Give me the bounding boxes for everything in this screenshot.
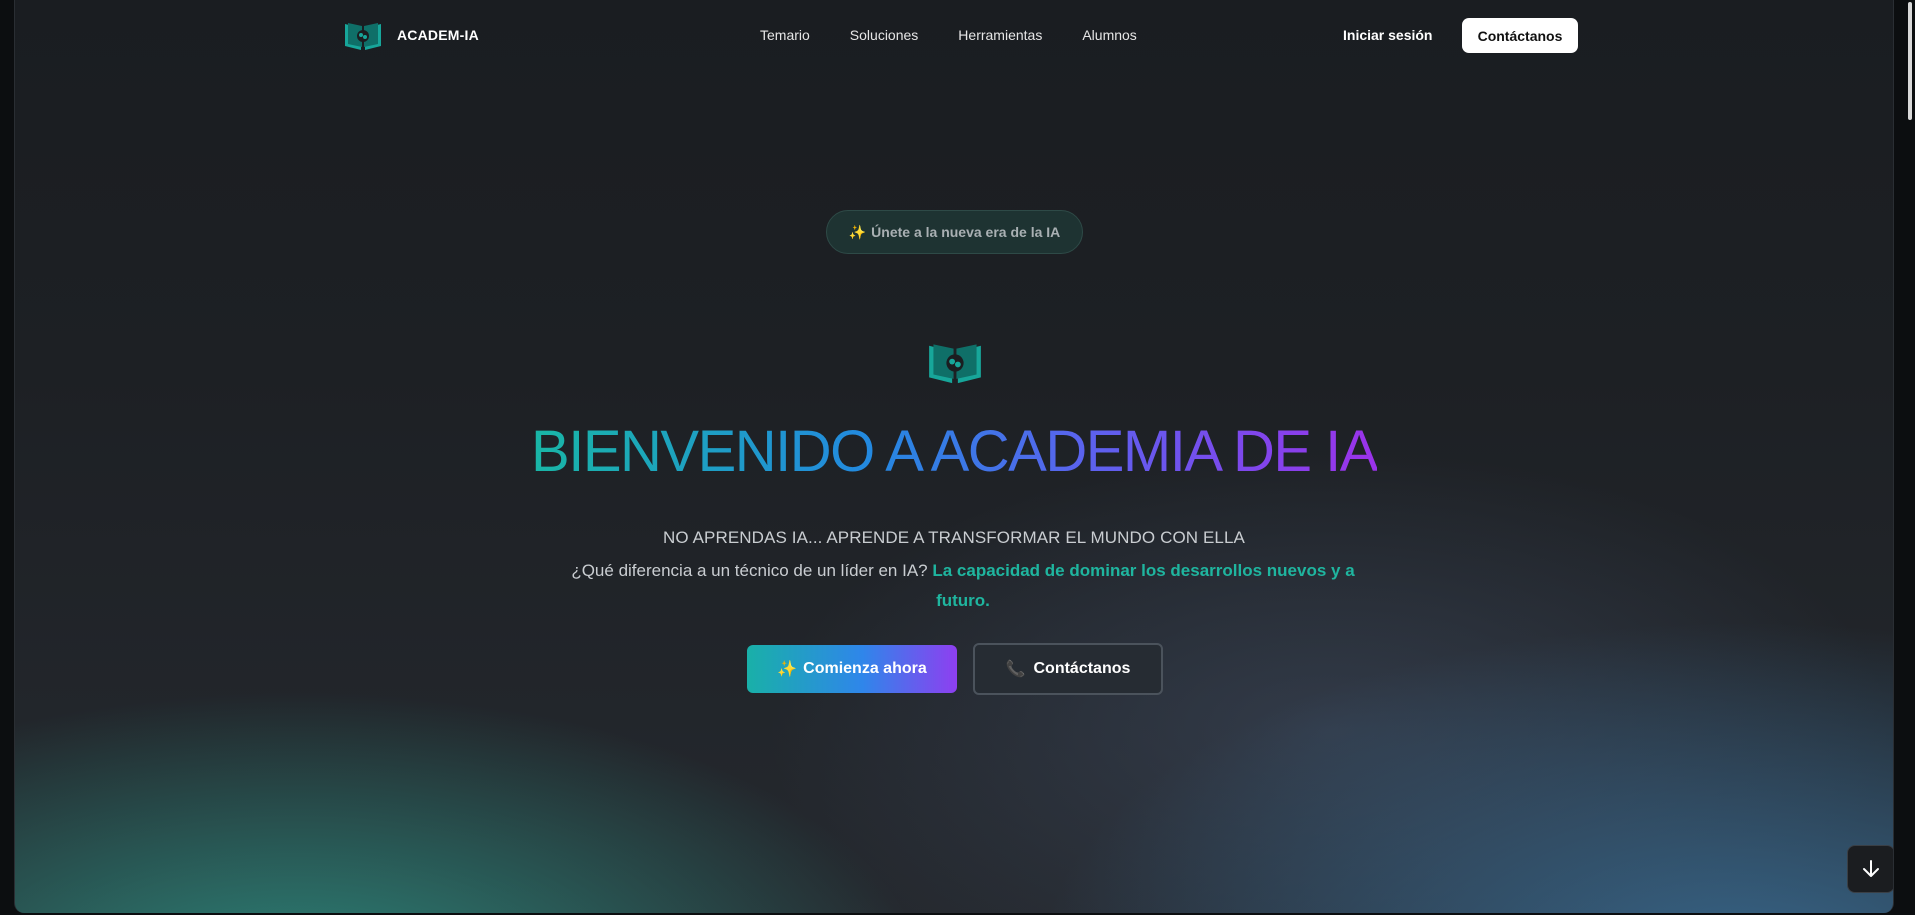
page-scrollbar[interactable] — [1894, 0, 1915, 915]
main-nav: Temario Soluciones Herramientas Alumnos — [760, 27, 1137, 43]
nav-link-temario[interactable]: Temario — [760, 27, 810, 43]
hero-title-text: BIENVENIDO A ACADEMIA DE IA — [531, 419, 1378, 484]
nav-link-herramientas[interactable]: Herramientas — [958, 27, 1042, 43]
hero-answer: La capacidad de dominar los desarrollos … — [932, 561, 1355, 610]
hero-tagline: ¿Qué diferencia a un técnico de un líder… — [568, 556, 1358, 616]
phone-icon: 📞 — [1005, 661, 1026, 678]
page-window: ACADEM-IA Temario Soluciones Herramienta… — [14, 0, 1894, 913]
hero-title: BIENVENIDO A ACADEMIA DE IA — [15, 418, 1893, 485]
hero-question: ¿Qué diferencia a un técnico de un líder… — [571, 561, 928, 580]
contact-button-hero[interactable]: 📞 Contáctanos — [973, 643, 1163, 695]
scroll-down-button[interactable] — [1847, 845, 1893, 893]
nav-link-soluciones[interactable]: Soluciones — [850, 27, 919, 43]
hero-subtitle: NO APRENDAS IA... APRENDE A TRANSFORMAR … — [663, 528, 1245, 547]
start-now-button[interactable]: ✨ Comienza ahora — [747, 645, 957, 693]
start-now-label: Comienza ahora — [803, 660, 927, 677]
announcement-pill: ✨ Únete a la nueva era de la IA — [826, 210, 1083, 254]
contact-button-header[interactable]: Contáctanos — [1462, 18, 1578, 53]
sparkles-icon: ✨ — [848, 223, 867, 240]
announcement-text: Únete a la nueva era de la IA — [871, 224, 1061, 240]
book-brain-logo-icon[interactable] — [343, 20, 383, 52]
contact-label: Contáctanos — [1033, 660, 1131, 677]
scrollbar-thumb[interactable] — [1908, 2, 1912, 120]
brand-name[interactable]: ACADEM-IA — [397, 27, 479, 43]
sparkles-icon: ✨ — [777, 661, 798, 678]
arrow-down-icon — [1863, 860, 1879, 877]
book-brain-hero-icon — [929, 344, 981, 384]
nav-link-alumnos[interactable]: Alumnos — [1082, 27, 1136, 43]
login-link[interactable]: Iniciar sesión — [1343, 27, 1432, 43]
